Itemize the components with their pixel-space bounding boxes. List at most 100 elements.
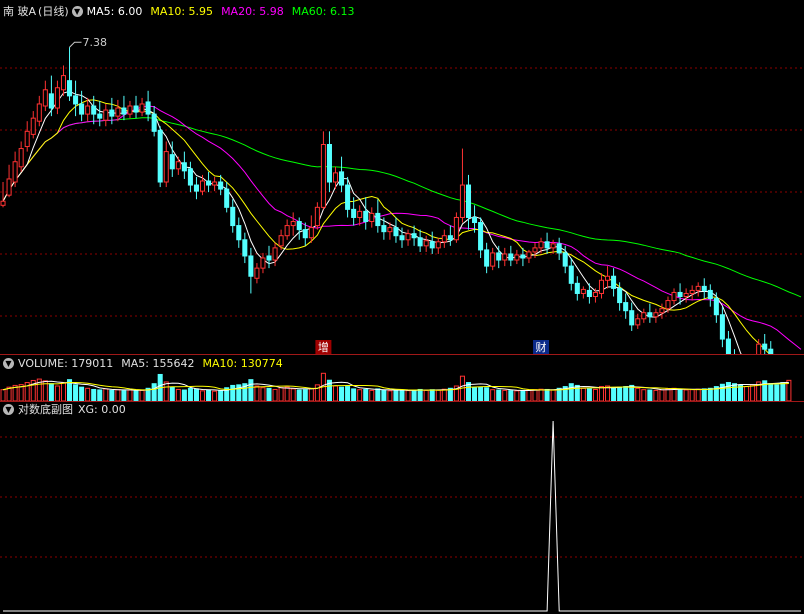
candle-body	[109, 109, 115, 117]
volume-bar	[91, 388, 97, 401]
candle-body	[151, 113, 157, 132]
chevron-down-icon[interactable]: ▼	[71, 5, 83, 17]
volume-bar	[369, 389, 375, 401]
candlestick-chart[interactable]: 7.38 增 财	[0, 20, 804, 354]
candle-body	[236, 225, 242, 241]
volume-bar	[508, 390, 514, 401]
volume-bar	[54, 385, 60, 401]
candle-body	[598, 279, 605, 294]
candle-body	[42, 89, 48, 107]
volume-bar	[73, 384, 79, 401]
candle-body	[97, 113, 103, 119]
ma5-label: MA5: 6.00	[86, 4, 143, 18]
candle-body	[85, 105, 91, 115]
candle-body	[199, 180, 206, 192]
volume-bar	[677, 388, 683, 401]
volume-bar	[623, 386, 629, 401]
event-marker-label: 增	[318, 340, 329, 354]
candle-body	[405, 233, 411, 241]
volume-bar	[97, 389, 103, 401]
volume-bar	[363, 388, 369, 401]
volume-bar	[345, 386, 351, 401]
volume-bar	[127, 389, 133, 401]
volume-bar	[332, 385, 339, 401]
volume-bar	[187, 387, 193, 401]
volume-bar	[260, 387, 266, 401]
volume-bar	[435, 389, 441, 401]
volume-bar	[399, 389, 405, 401]
volume-bar	[478, 386, 484, 401]
chevron-down-icon[interactable]: ▼	[3, 403, 14, 415]
volume-bar	[611, 387, 617, 401]
candle-body	[369, 212, 375, 223]
volume-bar	[193, 388, 199, 401]
candle-body	[181, 162, 187, 172]
volume-bar	[387, 390, 393, 401]
volume-bar	[381, 389, 387, 401]
volume-bar	[429, 389, 435, 401]
volume-label: VOLUME: 179011	[18, 356, 114, 370]
candle-body	[417, 237, 423, 247]
volume-bar	[671, 387, 677, 401]
candle-body	[248, 255, 254, 277]
candle-body	[79, 103, 85, 115]
candle-body	[54, 87, 60, 109]
candle-body	[562, 252, 568, 267]
volume-bar	[163, 381, 169, 401]
candle-body	[665, 300, 671, 310]
candle-body	[24, 130, 30, 148]
indicator-chart[interactable]	[0, 417, 804, 613]
candle-body	[139, 103, 145, 113]
volume-bar	[103, 388, 109, 401]
candle-body	[544, 241, 550, 249]
xg-label: XG: 0.00	[78, 402, 126, 416]
candle-body	[308, 227, 314, 239]
stock-name: 南 玻A	[3, 5, 37, 18]
volume-chart[interactable]	[0, 371, 804, 401]
volume-bar	[302, 389, 308, 401]
volume-bar	[169, 386, 175, 401]
candle-body	[719, 314, 725, 340]
candle-body	[653, 312, 659, 318]
candle-body	[36, 103, 42, 122]
candle-body	[447, 235, 453, 241]
candle-body	[30, 117, 36, 135]
candle-body	[296, 221, 302, 231]
volume-bar	[175, 388, 181, 401]
candle-body	[514, 254, 520, 261]
volume-bar	[230, 384, 236, 401]
volume-bar	[695, 388, 701, 401]
candle-body	[411, 233, 417, 239]
candle-body	[224, 188, 230, 208]
volume-bar	[109, 389, 115, 401]
candle-body	[387, 227, 393, 233]
candle-body	[278, 235, 284, 247]
candle-body	[242, 239, 248, 257]
candle-body	[351, 208, 357, 218]
candle-body	[502, 253, 508, 261]
volume-ma10-label: MA10: 130774	[202, 356, 283, 370]
volume-bar	[635, 387, 641, 401]
volume-bar	[780, 382, 786, 401]
xg-series-line	[3, 420, 801, 612]
candle-body	[508, 253, 514, 261]
candle-body	[0, 200, 6, 206]
candle-body	[175, 161, 181, 170]
volume-bar	[496, 389, 502, 401]
volume-ma5-label: MA5: 155642	[121, 356, 195, 370]
high-annotation-pointer	[69, 41, 82, 48]
volume-bar	[60, 382, 66, 401]
candle-body	[605, 275, 611, 281]
chevron-down-icon[interactable]: ▼	[3, 357, 14, 369]
volume-bar	[139, 389, 145, 401]
volume-bar	[598, 386, 605, 401]
candle-body	[586, 289, 592, 298]
candle-body	[66, 80, 73, 97]
volume-bar	[731, 383, 738, 401]
candle-body	[345, 184, 351, 210]
candle-body	[284, 225, 290, 237]
ma20-label: MA20: 5.98	[221, 4, 284, 18]
volume-bar	[653, 389, 659, 401]
volume-bar	[133, 390, 139, 401]
candle-body	[611, 275, 617, 289]
